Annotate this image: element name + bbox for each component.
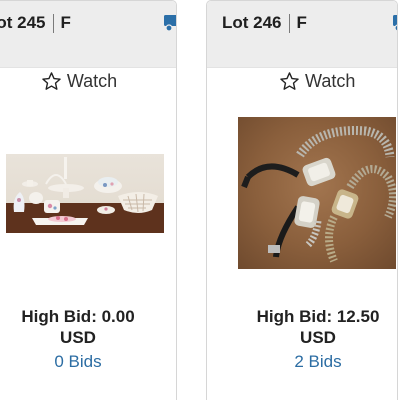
bid-summary: High Bid: 0.00 USD 0 Bids <box>0 306 163 372</box>
watches-illustration <box>241 126 396 263</box>
lot-divider <box>52 13 54 33</box>
lot-card-246[interactable]: Lot 246 F Watch High Bid: 12.50 USD 2 Bi… <box>206 0 398 400</box>
ceramics-illustration <box>6 157 164 233</box>
watch-label: Watch <box>305 71 356 91</box>
lot-number[interactable]: Lot 245 <box>0 13 46 33</box>
high-bid-amount: High Bid: 12.50 <box>256 307 380 326</box>
lot-photo[interactable] <box>6 154 164 233</box>
bid-currency: USD <box>300 328 336 347</box>
lot-header: Lot 246 F <box>207 1 397 68</box>
lot-photo[interactable] <box>238 117 396 269</box>
lot-number[interactable]: Lot 246 <box>222 13 282 33</box>
lot-title[interactable]: Lot 245 F <box>0 13 71 33</box>
lot-header: Lot 245 F <box>0 1 176 68</box>
lot-grid: Lot 245 F Watch <box>0 0 400 400</box>
bid-count-link[interactable]: 0 Bids <box>0 351 163 372</box>
lot-flag: F <box>60 13 71 32</box>
star-icon <box>280 72 299 90</box>
watch-label: Watch <box>66 71 118 91</box>
lot-card-245[interactable]: Lot 245 F Watch <box>0 0 177 400</box>
bid-currency: USD <box>60 328 96 347</box>
truck-icon <box>393 15 397 32</box>
bid-summary: High Bid: 12.50 USD 2 Bids <box>220 306 397 372</box>
lot-title[interactable]: Lot 246 F <box>222 13 307 33</box>
watch-button[interactable]: Watch <box>0 71 174 92</box>
lot-divider <box>288 13 290 33</box>
high-bid-amount: High Bid: 0.00 <box>21 307 135 326</box>
star-icon <box>42 72 61 90</box>
watch-button[interactable]: Watch <box>222 71 397 92</box>
bid-count-link[interactable]: 2 Bids <box>220 351 397 372</box>
lot-flag: F <box>296 13 307 32</box>
truck-icon <box>164 15 176 32</box>
